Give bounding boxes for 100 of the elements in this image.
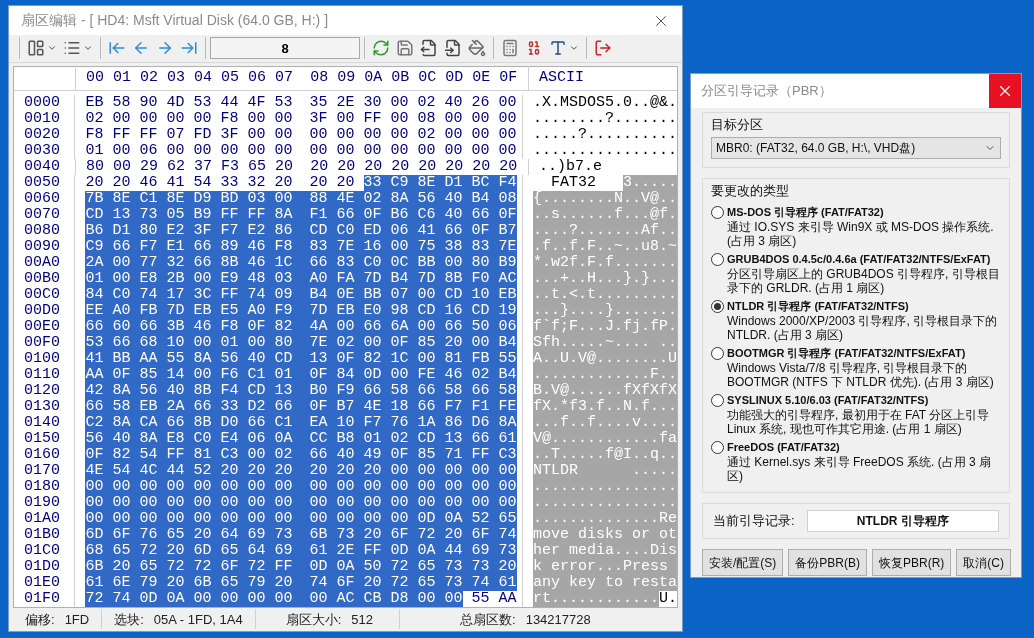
calculator-icon	[501, 39, 519, 58]
column-header: 05	[221, 70, 240, 87]
row-offset: 0070	[14, 206, 76, 223]
radio-button[interactable]	[711, 347, 724, 360]
option-description: 通过 IO.SYS 来引导 Win9X 或 MS-DOS 操作系统. (占用 3 扇区)	[727, 220, 995, 248]
row-offset: 00B0	[14, 270, 76, 287]
status-label: 偏移:	[25, 610, 55, 629]
row-offset: 01B0	[14, 526, 76, 543]
option-title: MS-DOS 引导程序 (FAT/FAT32)	[727, 205, 885, 220]
column-header: 0D	[445, 70, 464, 87]
row-offset: 01C0	[14, 542, 76, 559]
refresh-icon	[372, 39, 390, 58]
hex-bytes: 02 00 00 00 00 F8 00 00 3F 00 FF 00 08 00 00 00	[85, 110, 517, 127]
hex-bytes: 01 00 06 00 00 00 00 00 00 00 00 00 00 00 00 00	[85, 142, 517, 159]
hex-bytes: 33 C9 8E D1 BC F4	[363, 174, 517, 191]
column-header: 0F	[499, 70, 518, 87]
type-icon	[549, 39, 567, 58]
ascii-text: ................	[532, 142, 677, 159]
row-offset: 0160	[14, 446, 76, 463]
column-header: 08	[310, 70, 329, 87]
row-offset: 0120	[14, 382, 76, 399]
ascii-text: U.	[659, 590, 677, 607]
ascii-header: ASCII	[539, 70, 584, 87]
dialog-button[interactable]: 备份PBR(B)	[788, 549, 867, 576]
row-offset: 00E0	[14, 318, 76, 335]
status-label: 总扇区数:	[460, 610, 516, 629]
option-description: Windows Vista/7/8 引导程序, 引导根目录下的 BOOTMGR (NTFS 下 NTLDR 优先). (占用 3 扇区)	[727, 361, 995, 389]
panels-icon	[27, 39, 45, 58]
option-title: BOOTMGR 引导程序 (FAT/FAT32/NTFS/ExFAT)	[727, 346, 967, 361]
exit-icon	[594, 39, 612, 58]
status-value: 05A - 1FD, 1A4	[153, 610, 243, 629]
partition-dropdown[interactable]: MBR0: (FAT32, 64.0 GB, H:\, VHD盘)	[711, 136, 1001, 159]
row-offset: 0140	[14, 414, 76, 431]
row-offset: 0180	[14, 478, 76, 495]
ascii-text: .....?..........	[532, 126, 677, 143]
row-offset: 0190	[14, 494, 76, 511]
row-offset: 0050	[14, 174, 76, 191]
row-offset: 0150	[14, 430, 76, 447]
ascii-text: 3.....	[623, 174, 677, 191]
group-label: 目标分区	[711, 116, 764, 134]
ascii-text: ........?.......	[532, 110, 677, 127]
column-header: 03	[167, 70, 186, 87]
status-label: 扇区大小:	[285, 610, 342, 629]
row-offset: 01A0	[14, 510, 76, 527]
row-offset: 0010	[14, 110, 76, 127]
radio-button[interactable]	[711, 394, 724, 407]
column-header: 0B	[391, 70, 410, 87]
current-record-value: NTLDR 引导程序	[806, 510, 999, 532]
row-offset: 0060	[14, 190, 76, 207]
column-header: 0A	[364, 70, 383, 87]
ascii-text: ..)b7.e	[539, 158, 602, 175]
option-description: 通过 Kernel.sys 来引导 FreeDOS 系统. (占用 3 扇区)	[727, 455, 993, 483]
row-offset: 00A0	[14, 254, 76, 271]
row-offset: 0020	[14, 126, 76, 143]
ascii-text: .X.MSDOS5.0..@&.	[532, 94, 677, 111]
dialog-button[interactable]: 恢复PBR(R)	[872, 549, 952, 576]
option-title: FreeDOS (FAT/FAT32)	[727, 440, 841, 455]
status-value: 1FD	[64, 610, 90, 629]
row-offset: 01E0	[14, 574, 76, 591]
window-title: 扇区编辑 - [ HD4: Msft Virtual Disk (64.0 GB, H:) ]	[21, 11, 328, 31]
hex-bytes: 55 AA	[471, 590, 517, 607]
dialog-button[interactable]: 安装/配置(S)	[702, 549, 784, 576]
option-description: 分区引导扇区上的 GRUB4DOS 引导程序, 引导根目录下的 GRLDR. (占用 1 扇区)	[727, 267, 1001, 295]
row-offset: 00C0	[14, 286, 76, 303]
option-title: GRUB4DOS 0.4.5c/0.4.6a (FAT/FAT32/NTFS/ExFAT)	[727, 252, 992, 267]
row-offset: 00D0	[14, 302, 76, 319]
column-header: 07	[275, 70, 294, 87]
file-output-icon	[420, 39, 438, 58]
column-header: 01	[113, 70, 132, 87]
row-offset: 0090	[14, 238, 76, 255]
radio-button[interactable]	[711, 206, 724, 219]
option-title: SYSLINUX 5.10/6.03 (FAT/FAT32/NTFS)	[727, 393, 930, 408]
hex-bytes: EB 58 90 4D 53 44 4F 53 35 2E 30 00 02 40 26 00	[85, 94, 517, 111]
radio-button[interactable]	[711, 441, 724, 454]
option-title: NTLDR 引导程序 (FAT/FAT32/NTFS)	[727, 299, 910, 314]
row-offset: 01F0	[14, 590, 76, 607]
current-record-label: 当前引导记录:	[713, 512, 795, 531]
hex-bytes: 80 00 29 62 37 F3 65 20 20 20 20 20 20 20 20 20	[86, 158, 518, 175]
dialog-button[interactable]: 取消(C)	[956, 549, 1012, 576]
column-header: 06	[248, 70, 267, 87]
dialog-title: 分区引导记录（PBR）	[701, 82, 832, 101]
radio-button[interactable]	[711, 253, 724, 266]
row-offset: 00F0	[14, 334, 76, 351]
row-offset: 0110	[14, 366, 76, 383]
row-offset: 0000	[14, 94, 76, 111]
ascii-text: FAT32	[549, 174, 597, 191]
row-offset: 0030	[14, 142, 76, 159]
row-offset: 0040	[14, 158, 76, 175]
sector-number-field[interactable]: 8	[210, 37, 360, 60]
group-label: 要更改的类型	[711, 181, 790, 200]
column-header: 09	[337, 70, 356, 87]
row-offset: 0130	[14, 398, 76, 415]
radio-button[interactable]	[711, 300, 724, 313]
row-offset: 0100	[14, 350, 76, 367]
row-offset: 01D0	[14, 558, 76, 575]
file-input-icon	[444, 39, 462, 58]
row-offset: 0080	[14, 222, 76, 239]
status-value: 134217728	[525, 610, 591, 629]
hex-bytes: 20 20 46 41 54 33 32 20 20 20	[85, 174, 355, 191]
status-label: 选块:	[114, 610, 144, 629]
